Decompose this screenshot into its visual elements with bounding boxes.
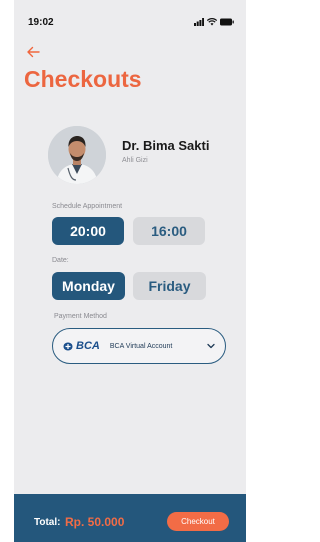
back-button[interactable]	[26, 46, 40, 62]
payment-method-value: BCA Virtual Account	[109, 342, 173, 350]
doctor-avatar	[48, 126, 106, 184]
payment-label: Payment Method	[54, 313, 107, 320]
total-value: Rp. 50.000	[65, 515, 125, 529]
date-option-monday[interactable]: Monday	[52, 272, 125, 300]
signal-icon	[194, 18, 204, 26]
status-bar: 19:02	[14, 0, 246, 44]
schedule-label: Schedule Appointment	[52, 203, 123, 210]
arrow-left-icon	[27, 46, 40, 58]
checkout-bar: Total: Rp. 50.000 Checkout	[14, 494, 246, 542]
doctor-role: Ahli Gizi	[122, 157, 148, 164]
time-option-16[interactable]: 16:00	[133, 217, 205, 245]
checkout-screen: 19:02 Checkouts Dr. Bima Sakti Ahli Gizi…	[14, 0, 246, 542]
bca-logo: BCA	[63, 340, 100, 352]
payment-method-select[interactable]: BCA BCA Virtual Account	[52, 328, 226, 364]
time-option-20[interactable]: 20:00	[52, 217, 124, 245]
date-option-friday[interactable]: Friday	[133, 272, 206, 300]
battery-icon	[220, 18, 234, 26]
doctor-portrait-icon	[48, 126, 106, 184]
status-icons	[194, 18, 234, 26]
page-title: Checkouts	[24, 66, 142, 92]
doctor-name: Dr. Bima Sakti	[122, 138, 210, 153]
bca-logo-icon	[63, 342, 73, 350]
checkout-button[interactable]: Checkout	[167, 512, 229, 531]
bca-logo-text: BCA	[76, 340, 100, 352]
wifi-icon	[207, 18, 217, 26]
date-label: Date:	[52, 257, 69, 264]
status-time: 19:02	[28, 16, 54, 28]
total-label: Total:	[34, 517, 61, 528]
chevron-down-icon	[207, 341, 215, 351]
